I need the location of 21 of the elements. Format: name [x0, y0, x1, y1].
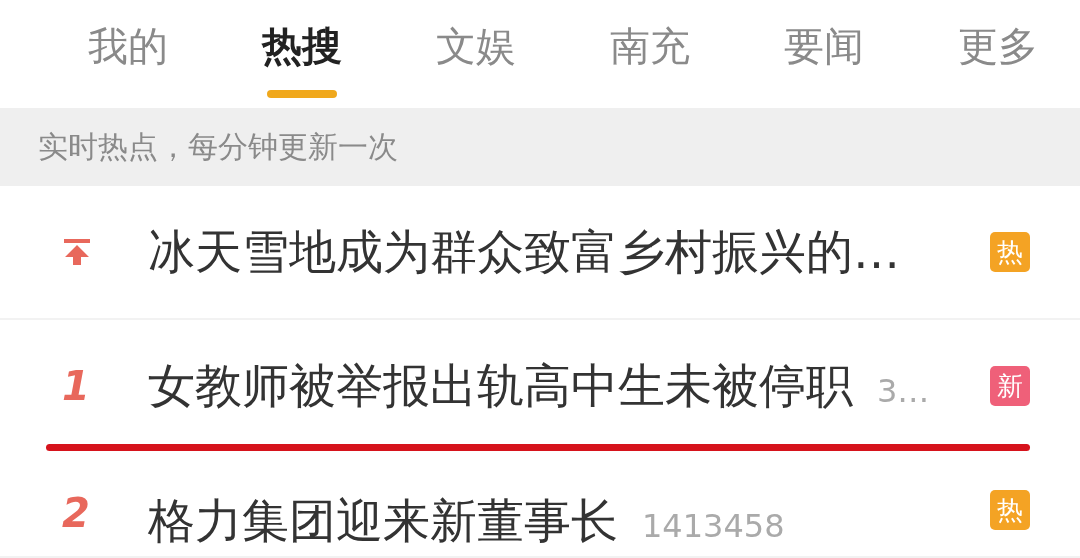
hot-search-row[interactable]: 1 女教师被举报出轨高中生未被停职 3… 新: [0, 320, 1080, 452]
tab[interactable]: 南充: [610, 18, 690, 74]
search-count: 1413458: [642, 507, 785, 545]
tab[interactable]: 文娱: [436, 18, 516, 74]
banner-text: 实时热点，每分钟更新一次: [38, 127, 398, 166]
badge: 新: [990, 366, 1030, 406]
headline: 冰天雪地成为群众致富乡村振兴的…: [148, 222, 900, 281]
headline: 格力集团迎来新董事长: [148, 492, 618, 550]
rank-number: 2: [62, 490, 90, 536]
badge: 热: [990, 490, 1030, 530]
tab[interactable]: 我的: [88, 18, 168, 74]
tab[interactable]: 要闻: [784, 18, 864, 74]
search-count: 3…: [877, 371, 930, 410]
badge: 热: [990, 232, 1030, 272]
rank-number: 1: [62, 363, 90, 409]
pin-to-top-icon: [62, 237, 92, 267]
tab[interactable]: 热搜: [262, 18, 342, 74]
headline: 女教师被举报出轨高中生未被停职: [148, 356, 853, 415]
hot-search-row[interactable]: 冰天雪地成为群众致富乡村振兴的… 热: [0, 186, 1080, 318]
hot-search-row[interactable]: 2 格力集团迎来新董事长 1413458 热: [0, 452, 1080, 556]
tab[interactable]: 更多: [958, 18, 1038, 74]
